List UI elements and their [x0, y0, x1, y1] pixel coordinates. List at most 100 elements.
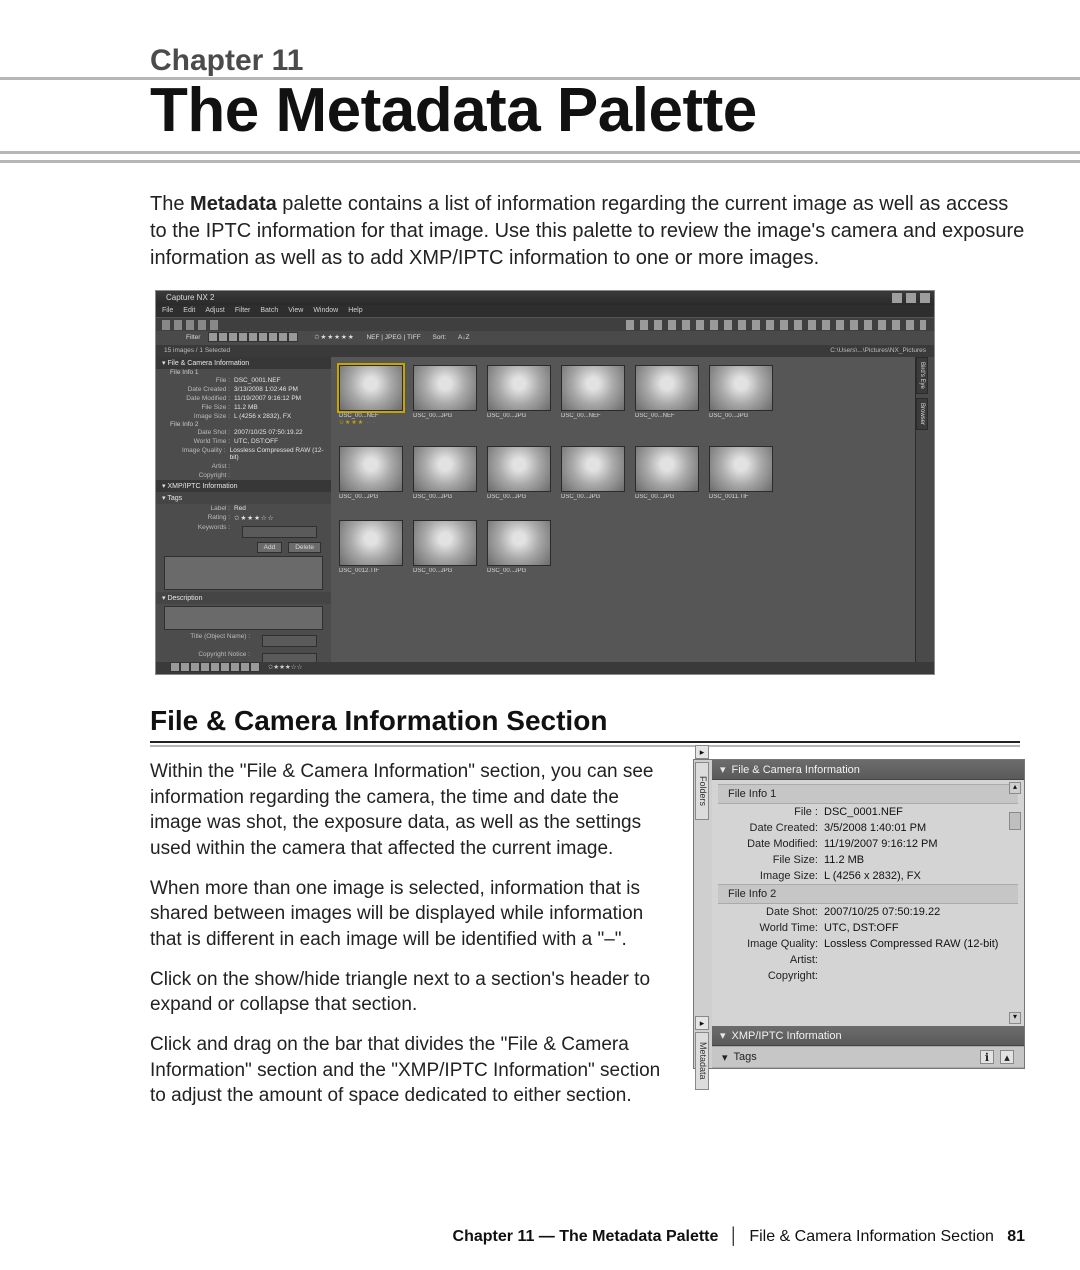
menu-filter[interactable]: Filter: [235, 305, 251, 317]
thumbnail-caption: DSC_00...JPG: [561, 494, 623, 500]
thumbnail[interactable]: DSC_00...JPG: [709, 365, 771, 426]
title-input[interactable]: [262, 635, 317, 647]
bottom-stars[interactable]: ✩★★★☆☆: [268, 664, 303, 671]
folders-side-tab[interactable]: Folders: [695, 762, 709, 820]
thumbnail[interactable]: DSC_00...NEF✩★★★ · ·: [339, 365, 401, 426]
info-key: World Time:: [718, 922, 824, 934]
bottom-swatches[interactable]: [170, 662, 260, 672]
right-side-tabs[interactable]: Bird's Eye Browser: [915, 357, 934, 662]
thumbnail[interactable]: DSC_00...JPG: [635, 446, 697, 500]
info-icon[interactable]: ℹ: [980, 1050, 994, 1064]
metadata-value: 11/19/2007 9:16:12 PM: [234, 395, 301, 402]
thumbnail[interactable]: DSC_0011.TIF: [709, 446, 771, 500]
info-key: Date Shot:: [718, 906, 824, 918]
thumbnail-image[interactable]: [413, 520, 477, 566]
thumbnail[interactable]: DSC_00...JPG: [413, 365, 475, 426]
thumbnail[interactable]: DSC_00...JPG: [413, 446, 475, 500]
metadata-row: Artist :: [156, 462, 331, 471]
info-row: Date Modified:11/19/2007 9:16:12 PM: [718, 836, 1018, 852]
thumbnail[interactable]: DSC_00...JPG: [561, 446, 623, 500]
xmp-iptc-header[interactable]: XMP/IPTC Information: [712, 1026, 1024, 1046]
thumbnail-image[interactable]: [635, 365, 699, 411]
thumbnail-browser[interactable]: DSC_00...NEF✩★★★ · ·DSC_00...JPGDSC_00..…: [331, 357, 916, 662]
metadata-key: File Size :: [172, 404, 230, 411]
menu-window[interactable]: Window: [313, 305, 338, 317]
metadata-key: File :: [172, 377, 230, 384]
menu-bar[interactable]: File Edit Adjust Filter Batch View Windo…: [156, 305, 934, 317]
thumbnail-image[interactable]: [487, 365, 551, 411]
thumbnail-image[interactable]: [339, 446, 403, 492]
menu-help[interactable]: Help: [348, 305, 362, 317]
tags-header[interactable]: ▾ Tags: [156, 492, 331, 504]
toolbar-left-icons[interactable]: [162, 320, 222, 330]
sort-dropdown[interactable]: A↓Z: [458, 334, 470, 341]
xmp-header[interactable]: ▾ XMP/IPTC Information: [156, 480, 331, 492]
label-swatches[interactable]: [208, 332, 298, 342]
fc-header[interactable]: ▾ File & Camera Information: [156, 357, 331, 369]
thumbnail-image[interactable]: [561, 446, 625, 492]
thumbnail-image[interactable]: [561, 365, 625, 411]
thumbnail[interactable]: DSC_00...JPG: [339, 446, 401, 500]
thumbnail[interactable]: DSC_00...NEF: [635, 365, 697, 426]
file-camera-header[interactable]: File & Camera Information: [712, 760, 1024, 780]
thumbnail-image[interactable]: [339, 520, 403, 566]
metadata-toggle-icon[interactable]: ▸: [695, 1016, 709, 1030]
menu-batch[interactable]: Batch: [260, 305, 278, 317]
tags-header-text: Tags: [734, 1051, 974, 1063]
format-filter[interactable]: NEF | JPEG | TIFF: [366, 334, 420, 341]
scroll-thumb[interactable]: [1009, 812, 1021, 830]
folders-toggle-icon[interactable]: ▸: [695, 745, 709, 759]
rating-label: Rating :: [172, 514, 230, 522]
thumbnail-image[interactable]: [487, 520, 551, 566]
thumbnail[interactable]: DSC_00...JPG: [487, 446, 549, 500]
metadata-side-tab[interactable]: Metadata: [695, 1032, 709, 1090]
intro-paragraph: The Metadata palette contains a list of …: [0, 191, 1080, 272]
metadata-value: 3/13/2008 1:02:46 PM: [234, 386, 298, 393]
delete-button[interactable]: Delete: [288, 542, 321, 553]
scroll-up-icon[interactable]: ▴: [1009, 782, 1021, 794]
rating-stars[interactable]: ✩★★★☆☆: [234, 514, 275, 522]
filter-bar[interactable]: Filter ✩★★★★★ NEF | JPEG | TIFF Sort: A↓…: [156, 331, 934, 345]
keywords-list[interactable]: [164, 556, 323, 590]
info-key: Image Quality:: [718, 938, 824, 950]
bottom-bar[interactable]: ✩★★★☆☆: [156, 662, 934, 674]
label-dropdown[interactable]: Red: [234, 505, 246, 512]
thumbnail-image[interactable]: [709, 365, 773, 411]
tags-header[interactable]: ▾ Tags ℹ ▴: [712, 1046, 1024, 1068]
thumbnail-image[interactable]: [635, 446, 699, 492]
birds-eye-tab[interactable]: Bird's Eye: [916, 357, 928, 394]
thumbnail-image[interactable]: [487, 446, 551, 492]
menu-view[interactable]: View: [288, 305, 303, 317]
window-buttons[interactable]: [892, 293, 930, 303]
copyright-input[interactable]: [262, 653, 317, 662]
thumbnail-image[interactable]: [413, 446, 477, 492]
thumbnail[interactable]: DSC_00...JPG: [413, 520, 475, 574]
rating-filter[interactable]: ✩★★★★★: [314, 334, 355, 341]
thumbnail-caption: DSC_0012.TIF: [339, 568, 401, 574]
metadata-value: L (4256 x 2832), FX: [234, 413, 291, 420]
menu-file[interactable]: File: [162, 305, 173, 317]
info-value: UTC, DST:OFF: [824, 922, 1018, 934]
menu-adjust[interactable]: Adjust: [205, 305, 224, 317]
thumbnail-image[interactable]: [413, 365, 477, 411]
add-button[interactable]: Add: [257, 542, 283, 553]
info-key: Artist:: [718, 954, 824, 966]
keywords-input[interactable]: [242, 526, 317, 538]
thumbnail[interactable]: DSC_00...JPG: [487, 365, 549, 426]
description-text[interactable]: [164, 606, 323, 630]
thumbnail[interactable]: DSC_00...NEF: [561, 365, 623, 426]
thumbnail[interactable]: DSC_00...JPG: [487, 520, 549, 574]
browser-tab[interactable]: Browser: [916, 398, 928, 430]
scroll-down-icon[interactable]: ▾: [1009, 1012, 1021, 1024]
thumbnail-image[interactable]: [709, 446, 773, 492]
metadata-value: UTC, DST:OFF: [234, 438, 278, 445]
thumbnail[interactable]: DSC_0012.TIF: [339, 520, 401, 574]
info-row: File Size:11.2 MB: [718, 852, 1018, 868]
toolbar-right-icons[interactable]: [626, 320, 926, 330]
menu-edit[interactable]: Edit: [183, 305, 195, 317]
description-header[interactable]: ▾ Description: [156, 592, 331, 604]
scroll-up-small-icon[interactable]: ▴: [1000, 1050, 1014, 1064]
footer-section: File & Camera Information Section: [749, 1228, 994, 1245]
thumbnail-image[interactable]: [339, 365, 403, 411]
thumbnail-caption: DSC_00...NEF: [561, 413, 623, 419]
